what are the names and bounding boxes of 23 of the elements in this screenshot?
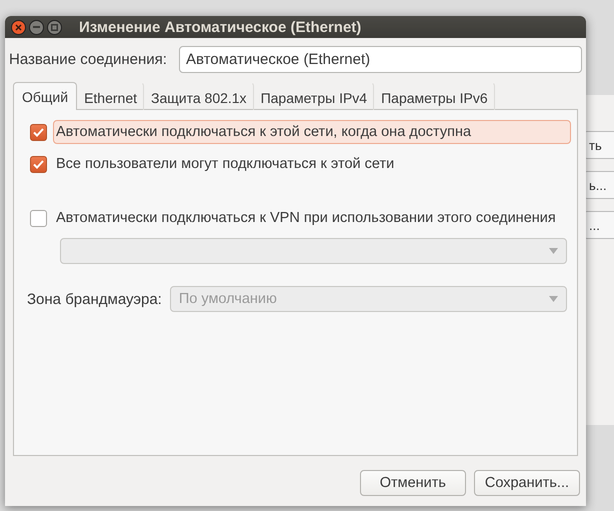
checkbox-label[interactable]: Автоматически подключаться к VPN при использовании этого соединения	[53, 206, 571, 230]
checkmark-icon	[33, 160, 44, 168]
cancel-button[interactable]: Отменить	[360, 470, 466, 496]
window-title: Изменение Автоматическое (Ethernet)	[79, 18, 362, 36]
tab[interactable]: Общий	[13, 82, 78, 110]
checkbox[interactable]	[30, 124, 47, 140]
background-button[interactable]: ть	[584, 131, 614, 159]
save-button[interactable]: Сохранить...	[474, 470, 580, 496]
maximize-icon[interactable]	[47, 20, 62, 34]
checkbox[interactable]	[30, 210, 47, 226]
dropdown-caret-icon	[549, 296, 558, 302]
background-button[interactable]: ь...	[584, 171, 614, 199]
field-label: Название соединения:	[9, 51, 167, 68]
field-label: Зона брандмауэра:	[27, 290, 162, 308]
checkmark-icon	[33, 128, 44, 136]
dropdown-caret-icon	[549, 248, 558, 254]
background-button[interactable]: ...	[584, 211, 614, 239]
connection-name-field[interactable]: Автоматическое (Ethernet)	[178, 46, 582, 73]
close-icon[interactable]	[11, 20, 26, 34]
minimize-icon[interactable]	[29, 20, 44, 34]
checkbox[interactable]	[30, 156, 47, 172]
checkbox-label[interactable]: Автоматически подключаться к этой сети, когда она доступна	[53, 120, 571, 144]
checkbox-label[interactable]: Все пользователи могут подключаться к этой сети	[53, 152, 571, 176]
